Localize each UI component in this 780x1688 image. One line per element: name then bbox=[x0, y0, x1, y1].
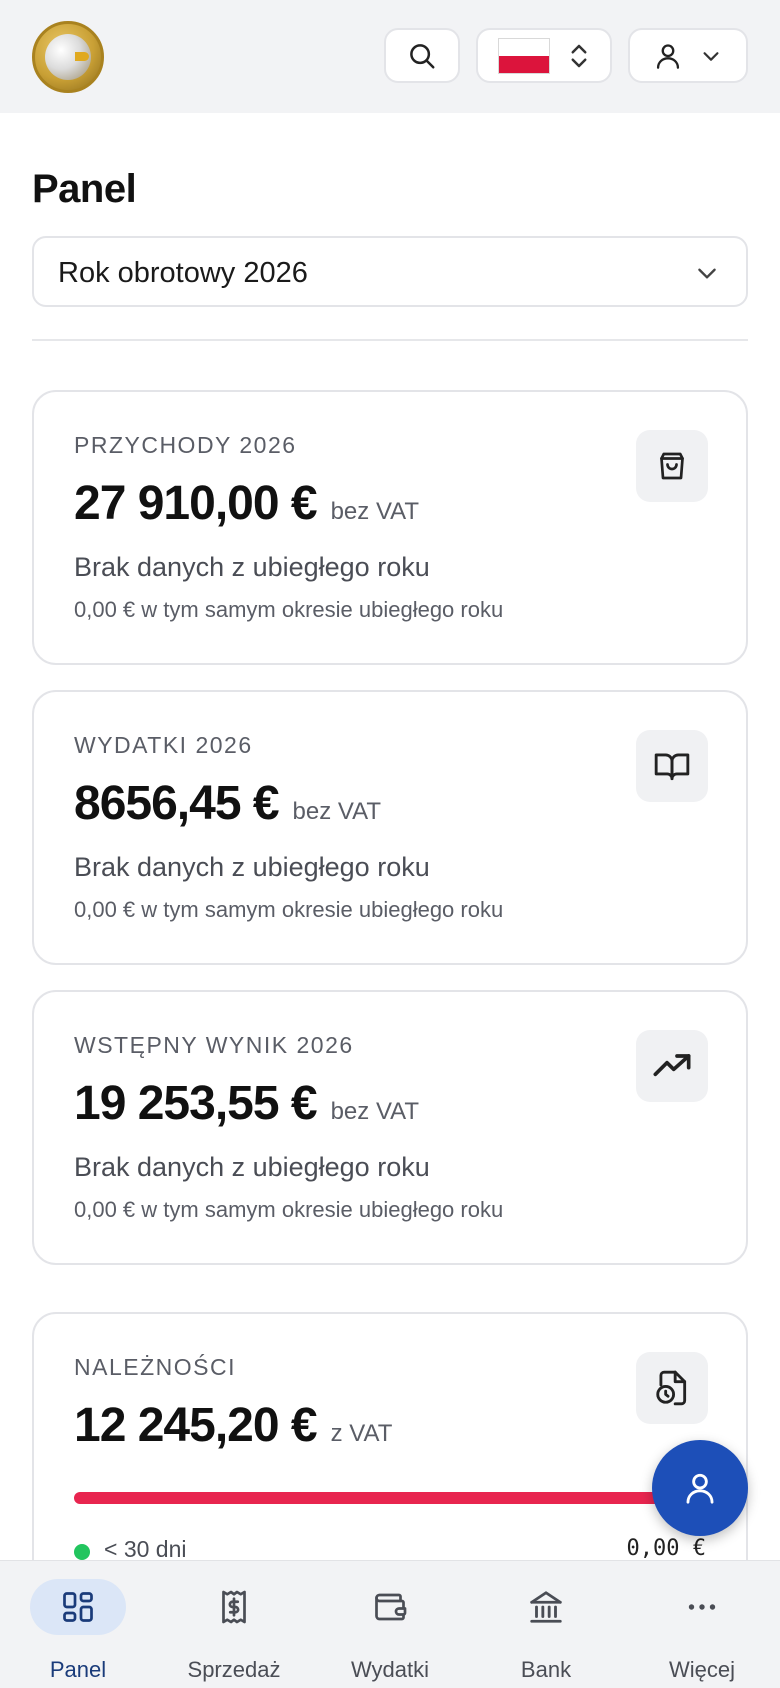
revenue-card[interactable]: PRZYCHODY 2026 27 910,00 € bez VAT Brak d… bbox=[32, 390, 748, 665]
nav-item-wiecej[interactable]: Więcej bbox=[624, 1561, 780, 1688]
card-value: 12 245,20 € z VAT bbox=[74, 1398, 392, 1453]
user-icon bbox=[686, 1473, 714, 1504]
contact-fab-button[interactable] bbox=[652, 1440, 748, 1536]
search-button[interactable] bbox=[384, 28, 460, 83]
divider bbox=[32, 339, 748, 341]
card-label: NALEŻNOŚCI bbox=[74, 1354, 236, 1380]
status-dot bbox=[74, 1544, 90, 1560]
card-comparison: 0,00 € w tym samym okresie ubiegłego rok… bbox=[74, 1197, 504, 1222]
search-icon bbox=[410, 43, 435, 68]
chevron-up-down-icon bbox=[571, 44, 587, 67]
nav-item-bank[interactable]: Bank bbox=[468, 1561, 624, 1688]
nav-item-panel[interactable]: Panel bbox=[0, 1561, 156, 1688]
nav-icon-pill bbox=[498, 1579, 594, 1635]
user-menu-button[interactable] bbox=[628, 28, 748, 83]
card-note: Brak danych z ubiegłego roku bbox=[74, 552, 430, 582]
nav-label: Sprzedaż bbox=[187, 1657, 281, 1682]
card-comparison: 0,00 € w tym samym okresie ubiegłego rok… bbox=[74, 597, 504, 622]
main-content: Panel Rok obrotowy 2026 PRZYCHODY 2026 2… bbox=[0, 113, 780, 1612]
card-label: PRZYCHODY 2026 bbox=[74, 432, 297, 458]
nav-icon-pill bbox=[654, 1579, 750, 1635]
poland-flag-icon bbox=[498, 37, 550, 74]
receipt-dollar-icon bbox=[222, 1590, 246, 1624]
dashboard-icon bbox=[63, 1592, 93, 1622]
nav-item-wydatki[interactable]: Wydatki bbox=[312, 1561, 468, 1688]
nav-icon-pill bbox=[30, 1579, 126, 1635]
nav-label: Bank bbox=[520, 1657, 572, 1682]
chevron-down-icon bbox=[698, 268, 716, 279]
nav-label: Wydatki bbox=[350, 1657, 430, 1682]
wallet-icon bbox=[375, 1593, 407, 1621]
nav-icon-pill bbox=[342, 1579, 438, 1635]
card-suffix: bez VAT bbox=[292, 798, 382, 825]
card-suffix: z VAT bbox=[330, 1420, 393, 1447]
bottom-navigation: Panel Sprzedaż Wydatki Bank Więcej bbox=[0, 1560, 780, 1688]
bank-icon bbox=[530, 1591, 562, 1623]
fiscal-year-select[interactable]: Rok obrotowy 2026 bbox=[32, 236, 748, 307]
card-amount: 12 245,20 € bbox=[74, 1399, 318, 1452]
eagle-beak bbox=[75, 52, 89, 61]
fiscal-year-value: Rok obrotowy 2026 bbox=[58, 257, 308, 289]
nav-label: Więcej bbox=[668, 1657, 735, 1682]
card-icon-box bbox=[636, 430, 708, 502]
card-amount: 8656,45 € bbox=[74, 777, 280, 830]
nav-icon-pill bbox=[186, 1579, 282, 1635]
file-clock-icon bbox=[656, 1370, 687, 1406]
card-value: 27 910,00 € bez VAT bbox=[74, 476, 419, 531]
nav-label: Panel bbox=[49, 1657, 107, 1682]
card-note: Brak danych z ubiegłego roku bbox=[74, 1152, 430, 1182]
card-icon-box bbox=[636, 1352, 708, 1424]
card-label: WSTĘPNY WYNIK 2026 bbox=[74, 1032, 354, 1058]
top-bar bbox=[0, 0, 780, 113]
card-icon-box bbox=[636, 730, 708, 802]
expenses-card[interactable]: WYDATKI 2026 8656,45 € bez VAT Brak danyc… bbox=[32, 690, 748, 965]
card-icon-box bbox=[636, 1030, 708, 1102]
card-amount: 19 253,55 € bbox=[74, 1077, 318, 1130]
card-note: Brak danych z ubiegłego roku bbox=[74, 852, 430, 882]
card-amount: 27 910,00 € bbox=[74, 477, 318, 530]
nav-item-sprzedaz[interactable]: Sprzedaż bbox=[156, 1561, 312, 1688]
chevron-down-icon bbox=[703, 51, 719, 61]
user-icon bbox=[656, 43, 680, 69]
card-value: 19 253,55 € bez VAT bbox=[74, 1076, 419, 1131]
card-comparison: 0,00 € w tym samym okresie ubiegłego rok… bbox=[74, 897, 504, 922]
trending-up-icon bbox=[653, 1054, 691, 1077]
bucket-value: 0,00 € bbox=[626, 1536, 706, 1561]
card-suffix: bez VAT bbox=[330, 498, 420, 525]
result-card[interactable]: WSTĘPNY WYNIK 2026 19 253,55 € bez VAT Br… bbox=[32, 990, 748, 1265]
shopping-bag-icon bbox=[660, 452, 684, 480]
page-title: Panel bbox=[32, 167, 137, 211]
bucket-label: < 30 dni bbox=[104, 1536, 187, 1562]
card-label: WYDATKI 2026 bbox=[74, 732, 253, 758]
card-value: 8656,45 € bez VAT bbox=[74, 776, 381, 831]
more-horizontal-icon bbox=[688, 1604, 716, 1610]
book-open-icon bbox=[654, 753, 690, 781]
language-selector[interactable] bbox=[476, 28, 612, 83]
receivables-progress-bar bbox=[74, 1492, 714, 1504]
app-logo[interactable] bbox=[32, 21, 104, 93]
card-suffix: bez VAT bbox=[330, 1098, 420, 1125]
